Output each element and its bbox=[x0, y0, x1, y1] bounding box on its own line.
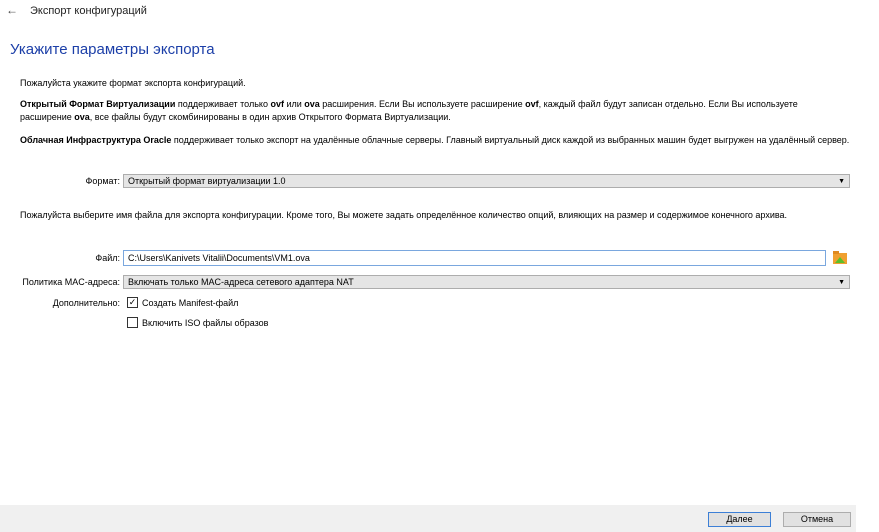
iso-checkbox-row[interactable]: Включить ISO файлы образов bbox=[127, 317, 268, 328]
manifest-checkbox[interactable]: ✓ bbox=[127, 297, 138, 308]
file-instructions: Пожалуйста выберите имя файла для экспор… bbox=[20, 210, 788, 220]
chevron-down-icon: ▼ bbox=[838, 178, 845, 185]
window-title: Экспорт конфигураций bbox=[30, 5, 147, 17]
chevron-down-icon: ▼ bbox=[838, 279, 845, 286]
format-combo[interactable]: Открытый формат виртуализации 1.0 ▼ bbox=[123, 174, 850, 188]
manifest-checkbox-row[interactable]: ✓ Создать Manifest-файл bbox=[127, 297, 238, 308]
ovf-description: Открытый Формат Виртуализации поддержива… bbox=[20, 99, 798, 122]
manifest-label: Создать Manifest-файл bbox=[142, 297, 239, 308]
iso-checkbox[interactable] bbox=[127, 317, 138, 328]
folder-browse-icon[interactable] bbox=[832, 250, 848, 265]
format-label: Формат: bbox=[85, 176, 120, 186]
intro-text: Пожалуйста укажите формат экспорта конфи… bbox=[20, 78, 246, 88]
mac-policy-combo[interactable]: Включать только MAC-адреса сетевого адап… bbox=[123, 275, 850, 289]
file-path-input[interactable] bbox=[123, 250, 826, 266]
mac-policy-label: Политика MAC-адреса: bbox=[22, 277, 120, 287]
cancel-button[interactable]: Отмена bbox=[783, 512, 851, 527]
format-value: Открытый формат виртуализации 1.0 bbox=[128, 176, 286, 186]
iso-label: Включить ISO файлы образов bbox=[142, 317, 269, 328]
additional-label: Дополнительно: bbox=[52, 298, 120, 308]
file-label: Файл: bbox=[95, 253, 120, 263]
page-heading: Укажите параметры экспорта bbox=[10, 41, 215, 58]
next-button[interactable]: Далее bbox=[708, 512, 771, 527]
oci-description: Облачная Инфраструктура Oracle поддержив… bbox=[20, 135, 850, 145]
back-arrow-icon[interactable]: ← bbox=[6, 3, 18, 17]
mac-policy-value: Включать только MAC-адреса сетевого адап… bbox=[128, 277, 354, 287]
